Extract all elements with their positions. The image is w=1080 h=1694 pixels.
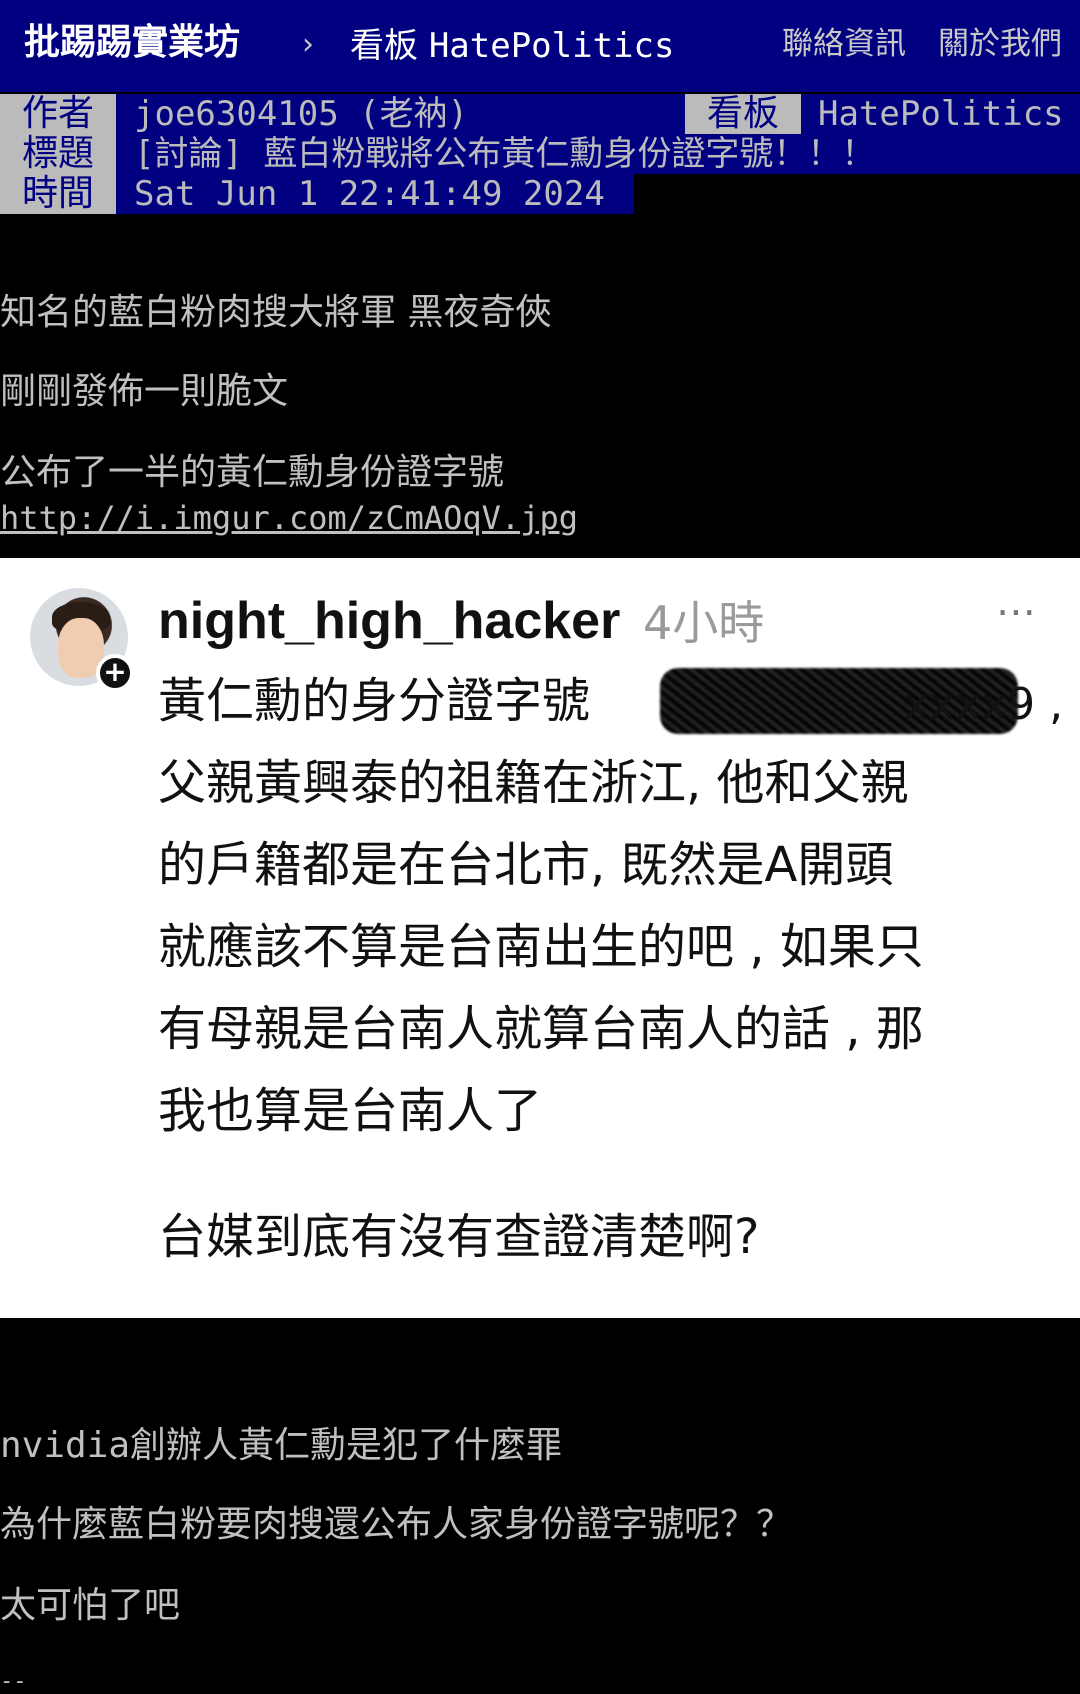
tail-line-1-prefix: nvidia	[0, 1425, 131, 1466]
body-line-2: 剛剛發佈一則脆文	[0, 371, 289, 412]
tail-line-2: 為什麼藍白粉要肉搜還公布人家身份證字號呢？？	[0, 1504, 793, 1545]
post-username[interactable]: night_high_hacker	[158, 586, 620, 656]
time-value: Sat Jun 1 22:41:49 2024	[134, 174, 605, 214]
embed-text-line-1: 黃仁勳的身分證字號	[158, 673, 591, 729]
article-meta-title: 標題 [討論] 藍白粉戰將公布黃仁勳身份證字號！！！	[0, 134, 1080, 174]
board-breadcrumb-link[interactable]: 看板 HatePolitics	[350, 22, 674, 70]
title-label: 標題	[0, 134, 116, 174]
tail-line-1: nvidia創辦人黃仁勳是犯了什麼罪	[0, 1421, 562, 1471]
embed-text-line-3: 的戶籍都是在台北市, 既然是A開頭	[158, 837, 894, 893]
board-prefix: 看板	[350, 26, 418, 66]
title-value: [討論] 藍白粉戰將公布黃仁勳身份證字號！！！	[134, 134, 876, 174]
top-nav-bar: 批踢踢實業坊 › 看板 HatePolitics 聯絡資訊 關於我們	[0, 0, 1080, 92]
nav-contact-link[interactable]: 聯絡資訊	[782, 22, 906, 66]
embed-text-line-6: 我也算是台南人了	[158, 1083, 543, 1139]
post-time-ago: 4小時	[643, 596, 765, 650]
article-meta-time: 時間 Sat Jun 1 22:41:49 2024	[0, 174, 634, 214]
embed-text-line-2: 父親黃興泰的祖籍在浙江, 他和父親	[158, 755, 909, 811]
follow-plus-icon[interactable]: +	[96, 654, 134, 692]
embed-text-line-5: 有母親是台南人就算台南人的話 , 那	[158, 1001, 924, 1057]
author-value: joe6304105 (老衲)	[134, 94, 469, 134]
nav-about-link[interactable]: 關於我們	[938, 22, 1062, 66]
breadcrumb-separator-icon: ›	[302, 27, 314, 62]
board-label: 看板	[685, 94, 801, 134]
board-name: HatePolitics	[428, 26, 675, 66]
redacted-id-tail: xxxx9 ,	[903, 679, 1064, 730]
cursor-mark: --	[0, 1669, 27, 1694]
image-link[interactable]: http://i.imgur.com/zCmAOqV.jpg	[0, 498, 578, 538]
embed-text-line-4: 就應該不算是台南出生的吧 , 如果只	[158, 919, 924, 975]
embed-question-line: 台媒到底有沒有查證清楚啊?	[158, 1209, 760, 1265]
time-label: 時間	[0, 174, 116, 214]
tail-line-3: 太可怕了吧	[0, 1585, 181, 1626]
body-line-1: 知名的藍白粉肉搜大將軍 黑夜奇俠	[0, 292, 552, 333]
embedded-threads-screenshot: + night_high_hacker 4小時 ⋯ 黃仁勳的身分證字號 xxxx…	[0, 558, 1080, 1318]
tail-line-1-rest: 創辦人黃仁勳是犯了什麼罪	[130, 1425, 563, 1466]
body-line-3: 公布了一半的黃仁勳身份證字號	[0, 452, 505, 493]
board-value: HatePolitics	[818, 94, 1064, 134]
author-label: 作者	[0, 94, 116, 134]
site-brand-link[interactable]: 批踢踢實業坊	[24, 18, 240, 68]
article-meta-author: 作者 joe6304105 (老衲) 看板 HatePolitics	[0, 94, 1080, 134]
more-options-icon[interactable]: ⋯	[996, 592, 1038, 632]
